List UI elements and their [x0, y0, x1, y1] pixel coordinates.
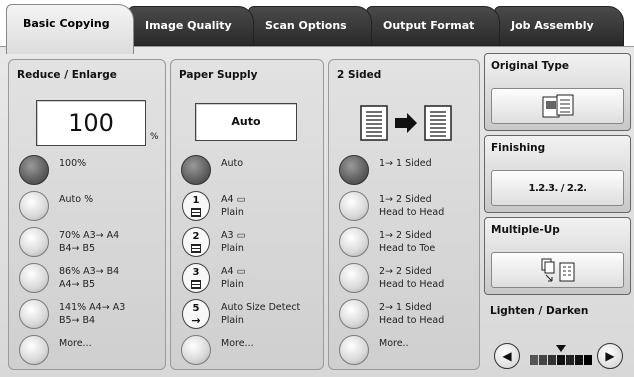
tab-basic-copying[interactable]: Basic Copying — [6, 4, 134, 54]
paper-option-more[interactable]: More... — [171, 332, 331, 368]
option-label: Auto — [221, 158, 244, 169]
paper-supply-display[interactable]: Auto — [195, 103, 297, 141]
sided-option-1-1[interactable]: 1→ 1 Sided — [329, 152, 489, 188]
paper-option-tray3[interactable]: 3 A4 ▭ Plain — [171, 260, 331, 296]
radio-icon — [339, 227, 369, 257]
radio-icon — [19, 299, 49, 329]
option-label: 1→ 1 Sided — [379, 158, 432, 169]
sided-option-1-2-head-head[interactable]: 1→ 2 Sided Head to Head — [329, 188, 489, 224]
option-label: 2→ 2 Sided Head to Head — [379, 266, 445, 290]
radio-icon — [19, 263, 49, 293]
paper-option-tray1[interactable]: 1 A4 ▭ Plain — [171, 188, 331, 224]
option-label: 1→ 2 Sided Head to Toe — [379, 230, 436, 254]
paper-supply-value: Auto — [231, 115, 261, 128]
reduce-option-100[interactable]: 100% — [9, 152, 169, 188]
paper-supply-panel: Paper Supply Auto Auto 1 A4 ▭ Plain 2 A3 … — [170, 59, 324, 370]
sided-option-2-2[interactable]: 2→ 2 Sided Head to Head — [329, 260, 489, 296]
option-label: A4 ▭ Plain — [221, 194, 246, 218]
radio-selected-icon — [339, 155, 369, 185]
zoom-value: 100 — [68, 109, 114, 137]
option-label: 1→ 2 Sided Head to Head — [379, 194, 445, 218]
main-area: Reduce / Enlarge 100 % 100% Auto % 70% A… — [0, 46, 634, 377]
option-label: 141% A4→ A3 B5→ B4 — [59, 302, 126, 326]
collated-uncollated-icon: 1.2.3. / 2.2. — [528, 182, 587, 194]
radio-selected-icon — [19, 155, 49, 185]
paper-option-auto[interactable]: Auto — [171, 152, 331, 188]
radio-selected-icon — [181, 155, 211, 185]
tab-bar: Job Assembly Output Format Scan Options … — [0, 0, 634, 54]
radio-icon — [19, 335, 49, 365]
reduce-option-auto[interactable]: Auto % — [9, 188, 169, 224]
tab-image-quality[interactable]: Image Quality — [128, 6, 254, 46]
photo-text-document-icon — [542, 94, 573, 118]
original-type-button[interactable]: Original Type — [484, 53, 631, 131]
reduce-enlarge-panel: Reduce / Enlarge 100 % 100% Auto % 70% A… — [8, 59, 166, 370]
option-label: More... — [59, 338, 92, 349]
option-label: A3 ▭ Plain — [221, 230, 246, 254]
right-arrow-icon: ▶ — [605, 349, 615, 363]
multiple-up-face — [491, 252, 624, 288]
sided-option-more[interactable]: More.. — [329, 332, 489, 368]
original-type-face — [491, 88, 624, 124]
one-to-one-sided-icon — [357, 104, 457, 144]
lighten-darken-title: Lighten / Darken — [490, 305, 589, 317]
reduce-enlarge-title: Reduce / Enlarge — [17, 69, 117, 81]
reduce-option-more[interactable]: More... — [9, 332, 169, 368]
radio-icon — [19, 227, 49, 257]
option-label: More... — [221, 338, 254, 349]
radio-icon — [181, 335, 211, 365]
option-label: 70% A3→ A4 B4→ B5 — [59, 230, 120, 254]
option-label: Auto Size Detect Plain — [221, 302, 301, 326]
darken-button[interactable]: ▶ — [597, 343, 623, 369]
left-arrow-icon: ◀ — [502, 349, 512, 363]
tab-scan-options[interactable]: Scan Options — [248, 6, 372, 46]
radio-icon — [339, 299, 369, 329]
tab-output-format[interactable]: Output Format — [366, 6, 500, 46]
zoom-unit: % — [150, 132, 159, 142]
paper-supply-title: Paper Supply — [179, 69, 258, 81]
bypass-tray-5-icon: 5 → — [182, 299, 210, 329]
density-scale — [528, 343, 594, 369]
finishing-title: Finishing — [491, 142, 546, 154]
option-label: 86% A3→ B4 A4→ B5 — [59, 266, 120, 290]
paper-option-tray5[interactable]: 5 → Auto Size Detect Plain — [171, 296, 331, 332]
option-label: 100% — [59, 158, 87, 169]
sided-option-1-2-head-toe[interactable]: 1→ 2 Sided Head to Toe — [329, 224, 489, 260]
two-sided-title: 2 Sided — [337, 69, 382, 81]
radio-icon — [339, 191, 369, 221]
finishing-face: 1.2.3. / 2.2. — [491, 170, 624, 206]
two-sided-panel: 2 Sided 1→ 1 Sided 1→ 2 Sided Head to He… — [328, 59, 480, 370]
multiple-up-title: Multiple-Up — [491, 224, 560, 236]
option-label: A4 ▭ Plain — [221, 266, 246, 290]
original-type-title: Original Type — [491, 60, 570, 72]
sided-option-2-1[interactable]: 2→ 1 Sided Head to Head — [329, 296, 489, 332]
tray-1-icon: 1 — [182, 191, 210, 221]
multiple-up-icon — [541, 258, 574, 282]
zoom-value-display[interactable]: 100 — [36, 100, 146, 146]
lighten-button[interactable]: ◀ — [494, 343, 520, 369]
option-label: 2→ 1 Sided Head to Head — [379, 302, 445, 326]
paper-option-tray2[interactable]: 2 A3 ▭ Plain — [171, 224, 331, 260]
multiple-up-button[interactable]: Multiple-Up — [484, 217, 631, 295]
tab-job-assembly[interactable]: Job Assembly — [494, 6, 624, 46]
reduce-option-70[interactable]: 70% A3→ A4 B4→ B5 — [9, 224, 169, 260]
radio-icon — [19, 191, 49, 221]
reduce-option-141[interactable]: 141% A4→ A3 B5→ B4 — [9, 296, 169, 332]
tray-3-icon: 3 — [182, 263, 210, 293]
reduce-option-86[interactable]: 86% A3→ B4 A4→ B5 — [9, 260, 169, 296]
radio-icon — [339, 263, 369, 293]
radio-icon — [339, 335, 369, 365]
finishing-button[interactable]: Finishing 1.2.3. / 2.2. — [484, 135, 631, 213]
option-label: More.. — [379, 338, 409, 349]
option-label: Auto % — [59, 194, 94, 205]
tray-2-icon: 2 — [182, 227, 210, 257]
